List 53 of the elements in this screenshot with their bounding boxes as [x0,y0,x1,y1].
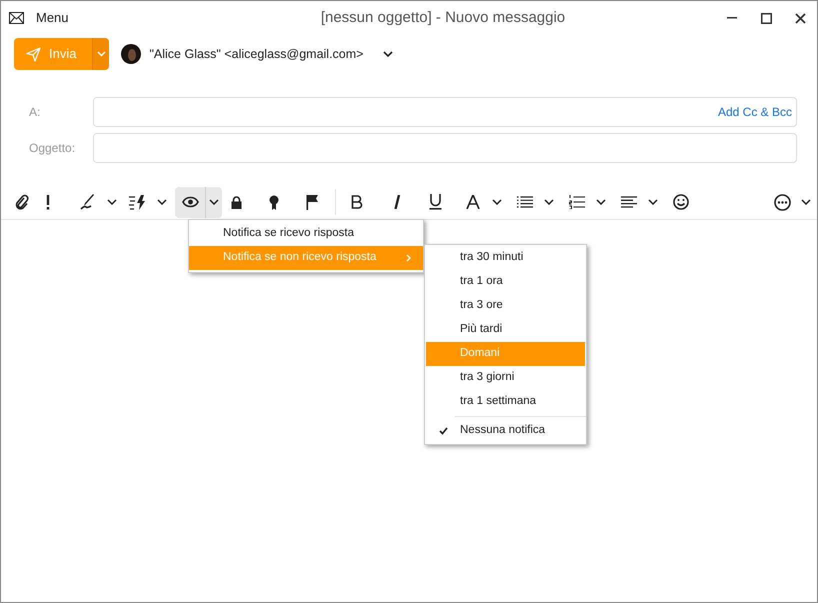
minimize-icon [727,17,737,19]
lock-icon [230,196,242,208]
underline-icon [428,194,442,210]
menu-item[interactable]: tra 1 settimana [426,390,585,414]
chevron-down-icon [492,199,502,205]
maximize-icon [760,12,772,24]
align-left-icon [621,196,637,208]
lightning-list-icon [129,194,147,210]
avatar [121,44,142,64]
recipient-field[interactable]: Add Cc & Bcc [93,97,797,127]
menu-item[interactable]: tra 3 ore [426,294,585,318]
chevron-down-icon [544,199,554,205]
field-label: Oggetto: [28,140,76,157]
bulleted-list-icon [517,196,533,208]
paperclip-icon [15,194,29,210]
send-options-button[interactable] [92,38,110,70]
chevron-down-icon [209,199,219,205]
sender-identity[interactable]: "Alice Glass" <aliceglass@gmail.com> [149,44,364,64]
chevron-down-icon [800,199,810,205]
menu-item[interactable]: tra 30 minuti [426,246,585,270]
add-cc-bcc-link[interactable]: Add Cc & Bcc [718,103,792,121]
chevron-down-icon[interactable] [383,51,394,57]
chevron-down-icon [596,199,606,205]
italic-icon [393,195,401,209]
chevron-down-icon [648,199,658,205]
field-label: A: [28,104,42,121]
menu-item[interactable]: tra 3 giorni [426,366,585,390]
menu-item[interactable]: Più tardi [426,318,585,342]
signature-icon [80,194,96,210]
menu-button[interactable]: Menu [36,8,69,28]
eye-icon [182,196,198,208]
mail-icon[interactable] [9,12,24,24]
numbered-list-icon [569,195,585,209]
ribbon-icon [269,194,279,210]
subject-field[interactable] [93,133,797,163]
eye-button[interactable] [175,186,222,218]
more-icon [774,194,790,210]
window-title: [nessun oggetto] - Nuovo messaggio [320,8,566,28]
chevron-right-icon [406,254,411,262]
chevron-down-icon [96,51,106,57]
smiley-icon [673,194,689,210]
close-icon [794,12,806,24]
chevron-down-icon [106,199,116,205]
flag-icon [306,194,318,210]
menu-item[interactable]: tra 1 ora [426,270,585,294]
exclamation-icon [46,194,50,210]
menu-item[interactable]: Nessuna notifica [426,419,585,443]
font-color-icon [466,195,480,209]
paper-plane-icon [26,46,41,62]
checkmark-icon [438,427,448,435]
bold-icon [351,195,363,209]
menu-item[interactable]: Notifica se ricevo risposta [189,222,423,246]
chevron-down-icon [156,199,166,205]
